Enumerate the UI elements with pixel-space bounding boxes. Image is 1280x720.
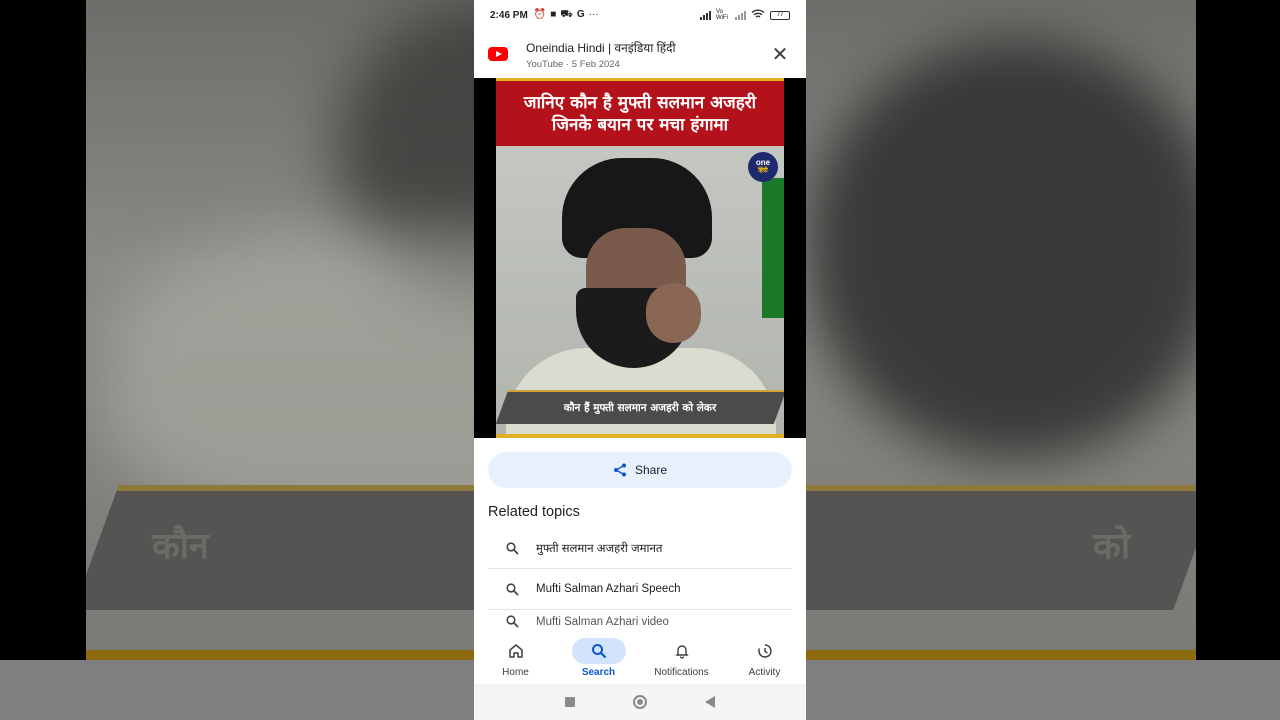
car-icon: ⛟ bbox=[560, 8, 573, 20]
nav-activity-label: Activity bbox=[748, 667, 781, 678]
bell-icon bbox=[674, 645, 689, 659]
related-topics-title: Related topics bbox=[488, 504, 580, 520]
nav-notifications[interactable]: Notifications bbox=[640, 632, 723, 684]
related-topic-label: Mufti Salman Azhari video bbox=[536, 616, 669, 628]
status-bar: 2:46 PM ⏰ ■ ⛟ G ··· Vo WiFi 77 bbox=[474, 0, 806, 30]
share-button[interactable]: Share bbox=[488, 452, 792, 488]
related-topic-label: Mufti Salman Azhari Speech bbox=[536, 583, 681, 595]
nav-pill bbox=[571, 638, 626, 664]
video-icon: ■ bbox=[550, 8, 557, 20]
badge-text: one bbox=[755, 158, 771, 167]
related-topic-item[interactable]: मुफ्ती सलमान अजहरी जमानत bbox=[488, 528, 792, 569]
search-icon bbox=[488, 582, 536, 596]
source-header: Oneindia Hindi | वनइंडिया हिंदी YouTube … bbox=[474, 30, 806, 78]
system-navigation-bar bbox=[474, 684, 806, 720]
video-title-line2: जिनके बयान पर मचा हंगामा bbox=[551, 114, 729, 135]
nav-notifications-label: Notifications bbox=[654, 667, 709, 678]
more-icon: ··· bbox=[588, 8, 599, 20]
status-icons: ⏰ ■ ⛟ G ··· bbox=[534, 9, 599, 22]
source-title[interactable]: Oneindia Hindi | वनइंडिया हिंदी bbox=[526, 39, 768, 56]
status-right: Vo WiFi 77 bbox=[700, 9, 790, 22]
share-icon bbox=[613, 463, 626, 477]
share-label: Share bbox=[634, 463, 668, 477]
nav-activity[interactable]: Activity bbox=[723, 632, 806, 684]
search-icon bbox=[488, 541, 536, 555]
video-thumbnail[interactable]: जानिए कौन है मुफ्ती सलमान अजहरी जिनके बय… bbox=[496, 78, 784, 438]
nav-home[interactable]: Home bbox=[474, 632, 557, 684]
youtube-logo-icon bbox=[488, 47, 508, 61]
nav-search[interactable]: Search bbox=[557, 632, 640, 684]
nav-pill bbox=[655, 638, 709, 664]
signal-icon bbox=[700, 10, 711, 20]
video-title-banner: जानिए कौन है मुफ्ती सलमान अजहरी जिनके बय… bbox=[496, 78, 784, 146]
thumb-shape bbox=[646, 283, 701, 343]
search-icon bbox=[591, 644, 606, 659]
thumb-shape bbox=[762, 178, 784, 318]
search-icon bbox=[488, 615, 536, 628]
activity-icon bbox=[757, 644, 772, 658]
recents-icon[interactable] bbox=[565, 697, 575, 707]
nav-search-label: Search bbox=[581, 667, 616, 678]
related-topic-label: मुफ्ती सलमान अजहरी जमानत bbox=[536, 542, 663, 555]
bg-shape bbox=[806, 40, 1196, 460]
google-icon: G bbox=[576, 8, 585, 20]
video-title-line1: जानिए कौन है मुफ्ती सलमान अजहरी bbox=[523, 92, 757, 113]
status-time: 2:46 PM bbox=[490, 9, 528, 21]
home-button-icon[interactable] bbox=[633, 695, 647, 709]
phone-screen: 2:46 PM ⏰ ■ ⛟ G ··· Vo WiFi 77 Oneindia … bbox=[474, 0, 806, 720]
screen: कौन हैं को लेकर 2:46 PM ⏰ ■ ⛟ G ··· Vo W… bbox=[0, 0, 1280, 720]
home-icon bbox=[508, 644, 523, 658]
wifi-icon bbox=[751, 9, 765, 22]
nav-pill bbox=[489, 638, 543, 664]
alarm-icon: ⏰ bbox=[533, 8, 547, 20]
close-icon: ✕ bbox=[771, 43, 789, 66]
video-caption: कौन हैं मुफ्ती सलमान अजहरी को लेकर bbox=[563, 402, 717, 414]
source-meta: YouTube · 5 Feb 2024 bbox=[526, 58, 620, 70]
nav-pill bbox=[738, 638, 792, 664]
thumb-gold-line bbox=[496, 434, 784, 438]
oneindia-logo: one हिंदी bbox=[748, 152, 778, 182]
related-topic-item[interactable]: Mufti Salman Azhari Speech bbox=[488, 569, 792, 610]
signal-2-icon bbox=[735, 10, 746, 20]
battery-icon: 77 bbox=[770, 10, 790, 20]
nav-home-label: Home bbox=[502, 667, 529, 678]
bottom-navigation: Home Search Notifications Activity bbox=[474, 632, 806, 684]
close-button[interactable]: ✕ bbox=[768, 42, 792, 66]
badge-subtext: हिंदी bbox=[758, 168, 768, 174]
letterbox-left bbox=[0, 0, 86, 660]
video-player[interactable]: जानिए कौन है मुफ्ती सलमान अजहरी जिनके बय… bbox=[474, 78, 806, 438]
back-icon[interactable] bbox=[705, 696, 715, 708]
vowifi-label: Vo WiFi bbox=[716, 9, 728, 21]
source-info: Oneindia Hindi | वनइंडिया हिंदी YouTube … bbox=[526, 39, 768, 70]
related-topic-item[interactable]: Mufti Salman Azhari video bbox=[488, 610, 792, 628]
